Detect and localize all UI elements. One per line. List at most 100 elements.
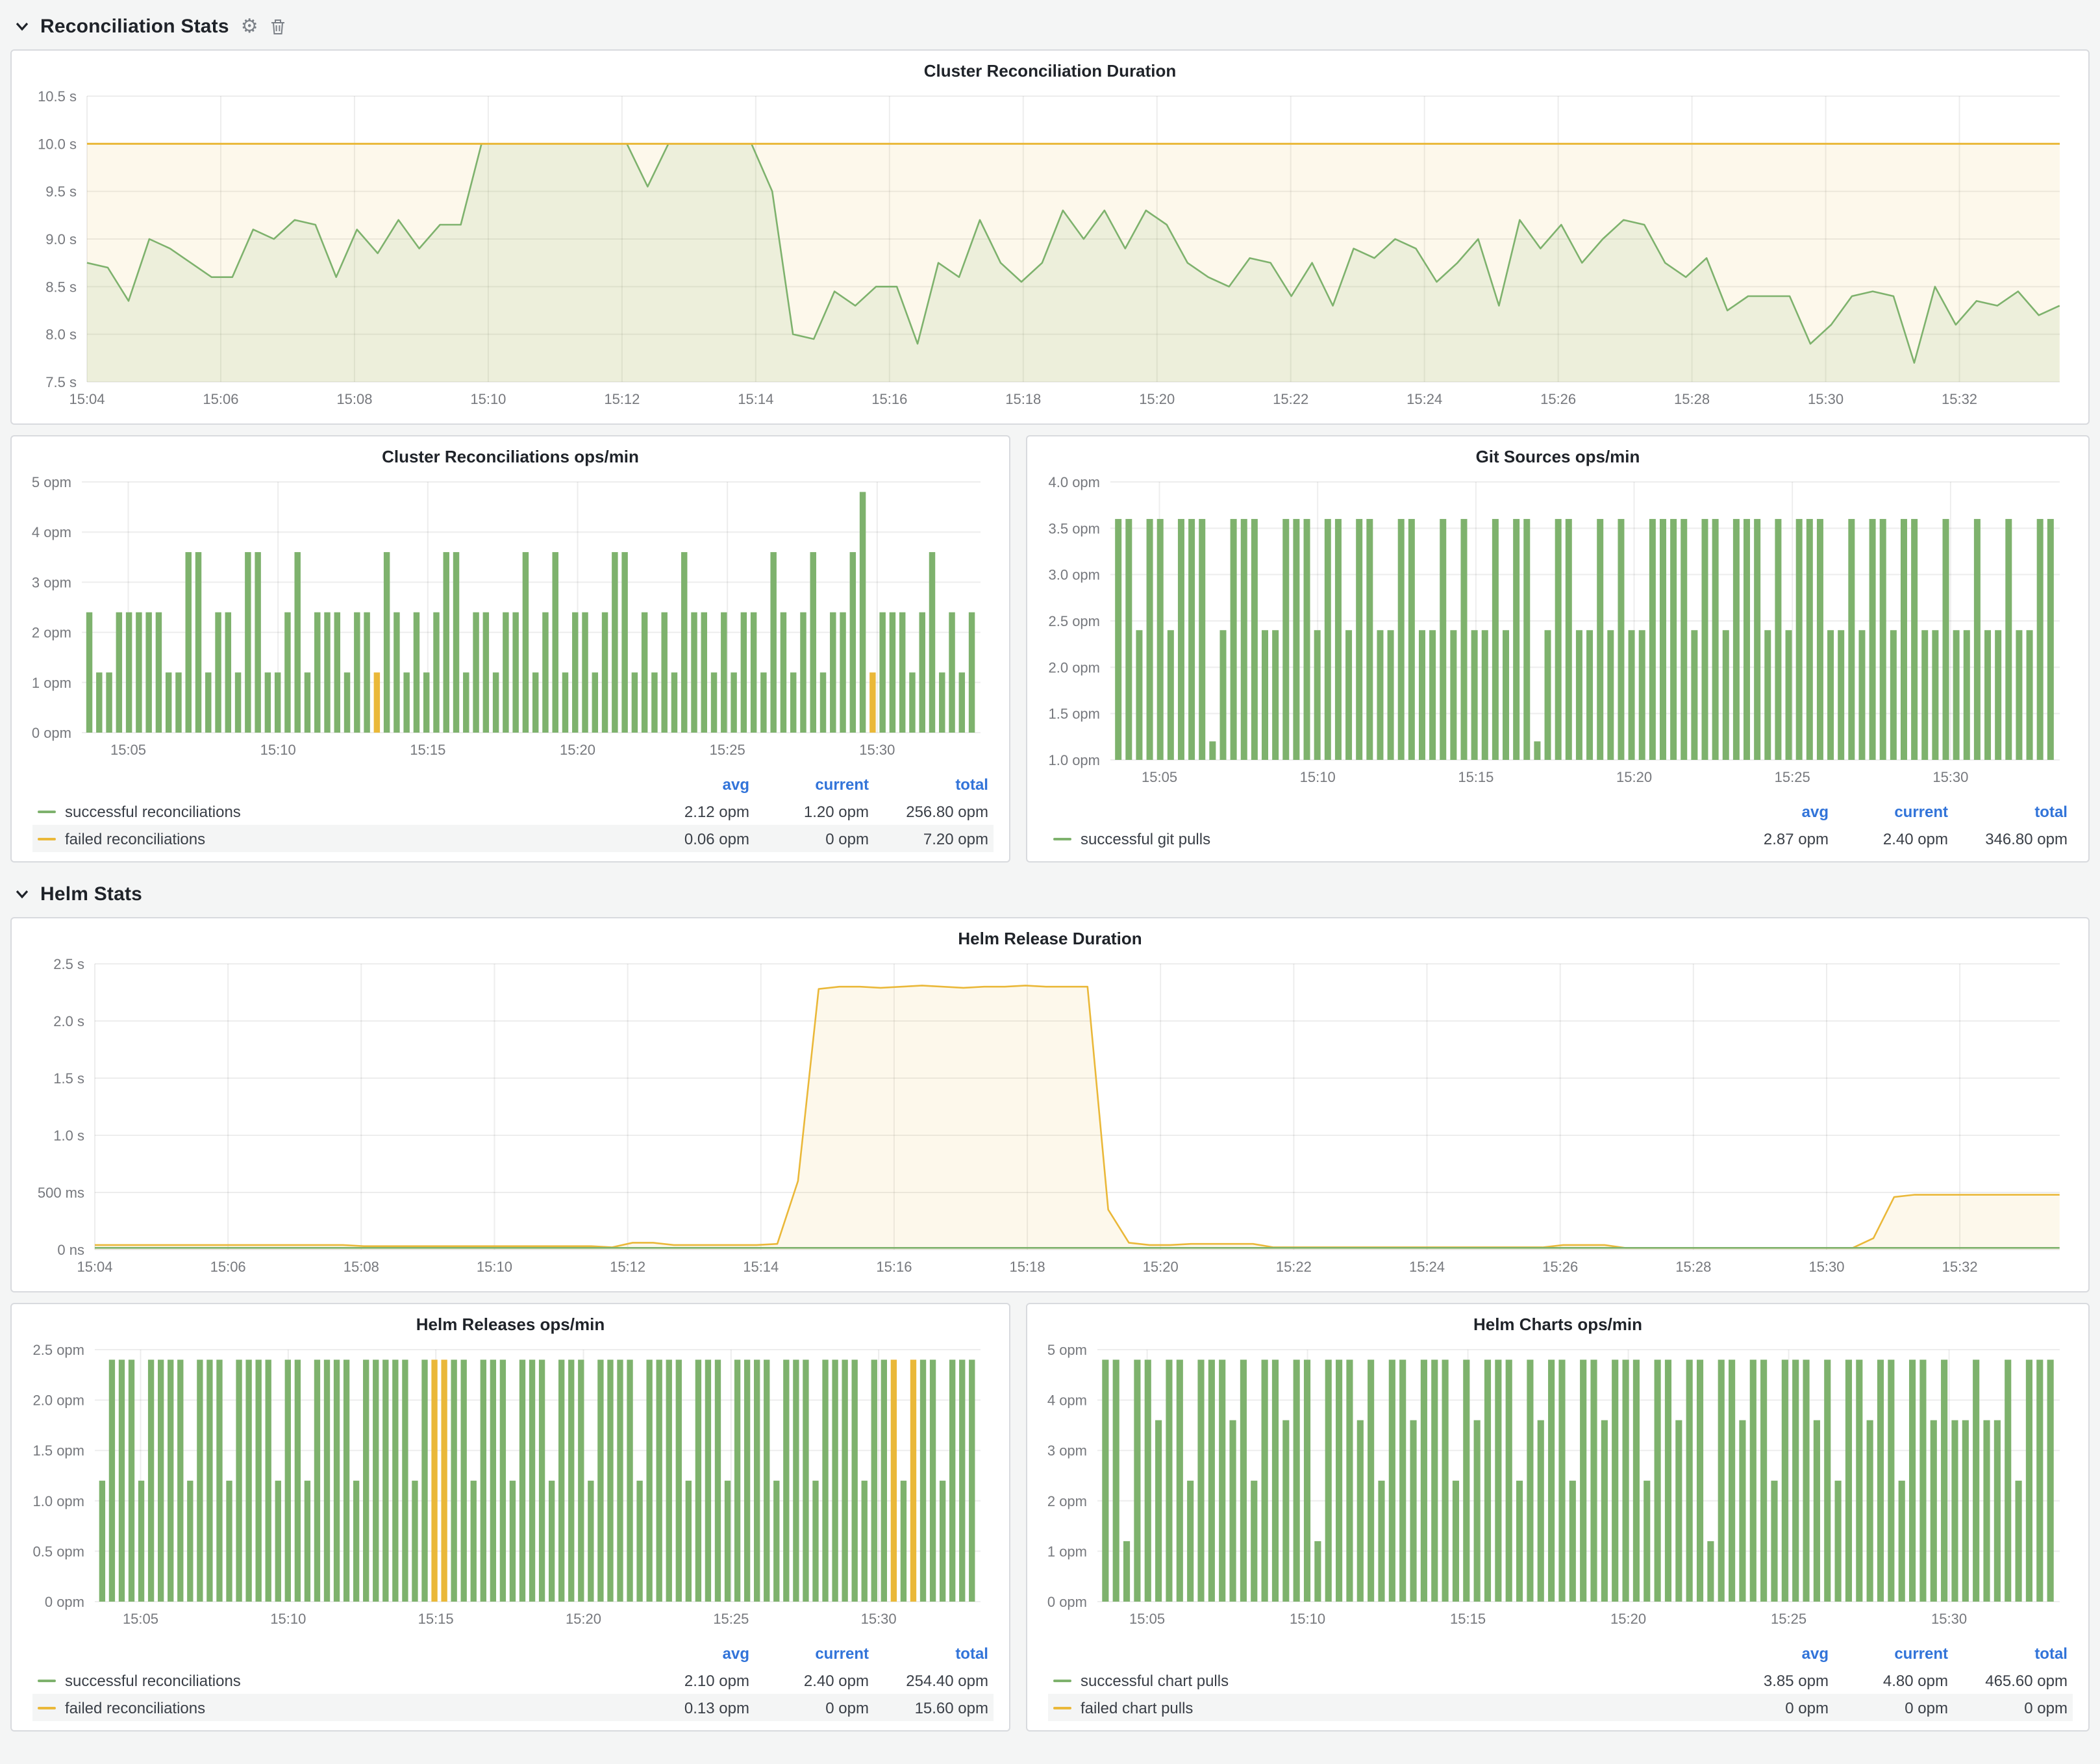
panel-title[interactable]: Git Sources ops/min <box>1040 442 2075 469</box>
legend-row: failed reconciliations0.06 opm0 opm7.20 … <box>32 825 994 852</box>
svg-text:10.5 s: 10.5 s <box>38 88 77 105</box>
legend-stat-value: 2.40 opm <box>1829 829 1948 848</box>
legend-stat-value: 346.80 opm <box>1948 829 2068 848</box>
row-header-helm-stats[interactable]: Helm Stats <box>10 876 2090 912</box>
svg-text:15:30: 15:30 <box>1932 769 1968 785</box>
svg-text:15:14: 15:14 <box>738 391 773 407</box>
svg-text:2.0 s: 2.0 s <box>53 1013 84 1029</box>
legend-sort-avg[interactable]: avg <box>630 1644 749 1662</box>
legend-stat-value: 2.10 opm <box>630 1671 749 1689</box>
svg-text:15:20: 15:20 <box>1143 1259 1179 1275</box>
legend-stat-value: 254.40 opm <box>869 1671 988 1689</box>
legend-series-label[interactable]: successful git pulls <box>1053 829 1709 848</box>
cluster-reconciliations-ops-chart[interactable]: 0 opm1 opm2 opm3 opm4 opm5 opm15:0515:10… <box>25 469 996 766</box>
svg-text:15:10: 15:10 <box>1300 769 1336 785</box>
svg-text:15:15: 15:15 <box>1458 769 1494 785</box>
panel-cluster-reconciliations-ops: Cluster Reconciliations ops/min 0 opm1 o… <box>10 435 1010 863</box>
panel-title[interactable]: Cluster Reconciliation Duration <box>25 56 2075 83</box>
svg-text:3 opm: 3 opm <box>32 574 71 590</box>
legend-row: failed chart pulls0 opm0 opm0 opm <box>1048 1694 2073 1721</box>
row-title-helm-stats[interactable]: Helm Stats <box>40 883 142 905</box>
legend-sort-total[interactable]: total <box>869 1644 988 1662</box>
svg-text:500 ms: 500 ms <box>38 1185 84 1201</box>
legend-sort-avg[interactable]: avg <box>630 775 749 793</box>
row-header-reconciliation-stats[interactable]: Reconciliation Stats ⚙ <box>10 8 2090 44</box>
legend-stat-value: 0.06 opm <box>630 829 749 848</box>
legend-row: successful git pulls2.87 opm2.40 opm346.… <box>1048 825 2073 852</box>
svg-text:1.5 s: 1.5 s <box>53 1070 84 1087</box>
legend-sort-avg[interactable]: avg <box>1709 802 1829 820</box>
legend-sort-total[interactable]: total <box>869 775 988 793</box>
svg-text:9.0 s: 9.0 s <box>45 231 77 247</box>
svg-text:15:30: 15:30 <box>1808 1259 1844 1275</box>
legend-header: avgcurrenttotal <box>1048 798 2073 825</box>
svg-text:1.5 opm: 1.5 opm <box>33 1443 85 1459</box>
git-sources-ops-chart[interactable]: 1.0 opm1.5 opm2.0 opm2.5 opm3.0 opm3.5 o… <box>1040 469 2075 794</box>
series-color-icon <box>1053 1706 1071 1709</box>
legend-stat-value: 3.85 opm <box>1709 1671 1829 1689</box>
legend-series-label[interactable]: failed reconciliations <box>38 1698 630 1717</box>
legend-stat-value: 256.80 opm <box>869 802 988 820</box>
svg-text:2.0 opm: 2.0 opm <box>33 1392 85 1409</box>
svg-text:15:05: 15:05 <box>123 1611 158 1627</box>
svg-text:0 opm: 0 opm <box>45 1594 84 1610</box>
legend: avgcurrenttotal successful reconciliation… <box>25 1635 996 1722</box>
legend-stat-value: 2.87 opm <box>1709 829 1829 848</box>
legend-stat-value: 2.12 opm <box>630 802 749 820</box>
series-color-icon <box>38 1706 56 1709</box>
panel-title[interactable]: Helm Charts ops/min <box>1040 1309 2075 1337</box>
svg-text:15:18: 15:18 <box>1010 1259 1045 1275</box>
svg-text:15:08: 15:08 <box>344 1259 379 1275</box>
svg-text:3.0 opm: 3.0 opm <box>1049 567 1101 583</box>
panel-title[interactable]: Cluster Reconciliations ops/min <box>25 442 996 469</box>
row-title-reconciliation-stats[interactable]: Reconciliation Stats <box>40 15 229 37</box>
svg-text:2.0 opm: 2.0 opm <box>1049 659 1101 675</box>
svg-text:1.0 opm: 1.0 opm <box>33 1493 85 1509</box>
legend-sort-current[interactable]: current <box>749 1644 869 1662</box>
helm-releases-ops-chart[interactable]: 0 opm0.5 opm1.0 opm1.5 opm2.0 opm2.5 opm… <box>25 1337 996 1635</box>
legend-stat-value: 0 opm <box>749 1698 869 1717</box>
gear-icon[interactable]: ⚙ <box>241 16 258 36</box>
cluster-reconciliation-duration-chart[interactable]: 7.5 s8.0 s8.5 s9.0 s9.5 s10.0 s10.5 s15:… <box>25 83 2075 416</box>
svg-text:4 opm: 4 opm <box>1047 1392 1087 1409</box>
legend-sort-total[interactable]: total <box>1948 1644 2068 1662</box>
helm-release-duration-chart[interactable]: 0 ns500 ms1.0 s1.5 s2.0 s2.5 s15:0415:06… <box>25 951 2075 1283</box>
panel-row-helm-ops: Helm Releases ops/min 0 opm 0.5 opm 1.0 op… <box>10 1303 2090 1742</box>
panel-helm-release-duration: Helm Release Duration 0 ns500 ms1.0 s1.5… <box>10 917 2090 1292</box>
helm-charts-ops-chart[interactable]: 0 opm1 opm2 opm3 opm4 opm5 opm15:0515:10… <box>1040 1337 2075 1635</box>
legend-row: successful reconciliations2.10 opm2.40 o… <box>32 1667 994 1694</box>
panel-title[interactable]: Helm Releases ops/min <box>25 1309 996 1337</box>
legend-stat-value: 4.80 opm <box>1829 1671 1948 1689</box>
trash-icon[interactable] <box>270 18 286 34</box>
svg-text:7.5 s: 7.5 s <box>45 374 77 390</box>
legend-sort-avg[interactable]: avg <box>1709 1644 1829 1662</box>
svg-text:0.5 opm: 0.5 opm <box>33 1543 85 1559</box>
svg-text:15:04: 15:04 <box>77 1259 112 1275</box>
legend-series-label[interactable]: failed reconciliations <box>38 829 630 848</box>
svg-text:15:30: 15:30 <box>1931 1611 1967 1627</box>
panel-title[interactable]: Helm Release Duration <box>25 924 2075 951</box>
svg-text:0 ns: 0 ns <box>57 1242 84 1258</box>
chevron-down-icon <box>16 21 29 31</box>
legend-sort-current[interactable]: current <box>1829 1644 1948 1662</box>
svg-text:3 opm: 3 opm <box>1047 1443 1087 1459</box>
legend-series-label[interactable]: successful reconciliations <box>38 1671 630 1689</box>
svg-text:15:25: 15:25 <box>710 742 745 758</box>
svg-text:15:30: 15:30 <box>861 1611 897 1627</box>
svg-text:15:06: 15:06 <box>203 391 238 407</box>
chevron-down-icon <box>16 888 29 899</box>
legend-series-label[interactable]: failed chart pulls <box>1053 1698 1709 1717</box>
legend-series-label[interactable]: successful reconciliations <box>38 802 630 820</box>
svg-text:15:16: 15:16 <box>871 391 907 407</box>
legend-row: failed reconciliations0.13 opm0 opm15.60… <box>32 1694 994 1721</box>
svg-text:15:12: 15:12 <box>604 391 640 407</box>
svg-text:15:24: 15:24 <box>1406 391 1442 407</box>
svg-text:10.0 s: 10.0 s <box>38 136 77 152</box>
legend-series-label[interactable]: successful chart pulls <box>1053 1671 1709 1689</box>
legend: avgcurrenttotal successful reconciliation… <box>25 766 996 853</box>
legend-header: avgcurrenttotal <box>1048 1639 2073 1667</box>
legend-sort-current[interactable]: current <box>1829 802 1948 820</box>
grafana-dashboard: Reconciliation Stats ⚙ Cluster Reconcili… <box>0 0 2100 1764</box>
legend-sort-total[interactable]: total <box>1948 802 2068 820</box>
legend-sort-current[interactable]: current <box>749 775 869 793</box>
